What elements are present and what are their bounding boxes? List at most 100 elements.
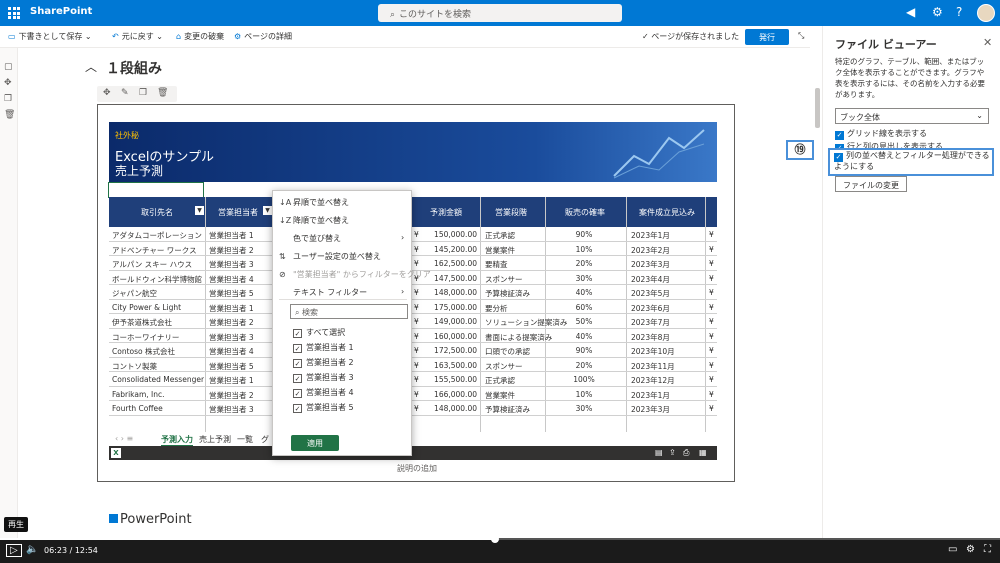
table-cell[interactable]: 30% bbox=[569, 404, 599, 413]
table-cell[interactable]: 営業案件 bbox=[485, 390, 515, 401]
file-icon[interactable]: ▤ bbox=[655, 448, 663, 457]
table-cell[interactable]: 2023年6月 bbox=[631, 303, 670, 314]
menu-sort-color[interactable]: 色で並び替え bbox=[279, 233, 341, 244]
close-icon[interactable]: ✕ bbox=[983, 36, 992, 49]
table-cell[interactable]: 2023年3月 bbox=[631, 259, 670, 270]
table-cell[interactable]: Fourth Coffee bbox=[112, 404, 204, 413]
table-cell[interactable]: ¥ bbox=[709, 390, 714, 399]
table-cell[interactable]: 営業担当者 2 bbox=[209, 245, 273, 256]
table-cell[interactable]: ¥ bbox=[709, 274, 714, 283]
gear-icon[interactable]: ⚙ bbox=[932, 5, 943, 19]
video-progress-bar[interactable] bbox=[0, 535, 1000, 543]
table-cell[interactable]: 営業案件 bbox=[485, 245, 515, 256]
table-cell[interactable]: ¥ bbox=[709, 230, 714, 239]
caption-placeholder[interactable]: 説明の追加 bbox=[397, 463, 437, 474]
selected-cell[interactable] bbox=[108, 182, 204, 198]
checkbox-item[interactable]: ✓ 営業担当者 3 bbox=[293, 372, 354, 383]
delete-icon[interactable]: 🗑 bbox=[4, 110, 15, 120]
search-input[interactable]: ⌕ このサイトを検索 bbox=[378, 4, 622, 22]
table-cell[interactable]: 100% bbox=[569, 375, 599, 384]
table-cell[interactable]: 60% bbox=[569, 303, 599, 312]
scrollbar[interactable] bbox=[815, 88, 820, 128]
table-cell[interactable]: 175,000.00 bbox=[419, 303, 477, 312]
duplicate-icon[interactable]: ❐ bbox=[139, 88, 147, 98]
checkbox-gridlines[interactable]: ✓ グリッド線を表示する bbox=[835, 128, 927, 140]
page-details-button[interactable]: ⚙ ページの詳細 bbox=[234, 31, 292, 42]
table-cell[interactable]: 営業担当者 3 bbox=[209, 332, 273, 343]
table-cell[interactable]: ジャパン航空 bbox=[112, 288, 204, 299]
table-cell[interactable]: 2023年4月 bbox=[631, 274, 670, 285]
table-cell[interactable]: 営業担当者 3 bbox=[209, 404, 273, 415]
checkbox-item[interactable]: ✓ 営業担当者 2 bbox=[293, 357, 354, 368]
table-cell[interactable]: 160,000.00 bbox=[419, 332, 477, 341]
table-cell[interactable]: 営業担当者 5 bbox=[209, 288, 273, 299]
table-cell[interactable]: 20% bbox=[569, 361, 599, 370]
table-cell[interactable]: 150,000.00 bbox=[419, 230, 477, 239]
volume-icon[interactable]: 🔈 bbox=[26, 544, 38, 555]
table-cell[interactable]: 50% bbox=[569, 317, 599, 326]
fullscreen-icon[interactable]: ⛶ bbox=[984, 544, 991, 555]
table-cell[interactable]: 2023年11月 bbox=[631, 361, 675, 372]
table-cell[interactable]: Consolidated Messenger bbox=[112, 375, 204, 384]
table-cell[interactable]: 伊予茶道株式会社 bbox=[112, 317, 204, 328]
comment-icon[interactable]: ▢ bbox=[4, 62, 13, 72]
table-cell[interactable]: 2023年2月 bbox=[631, 245, 670, 256]
table-cell[interactable]: ¥ bbox=[709, 245, 714, 254]
table-cell[interactable]: 営業担当者 4 bbox=[209, 274, 273, 285]
table-cell[interactable]: 2023年3月 bbox=[631, 404, 670, 415]
table-cell[interactable]: 145,200.00 bbox=[419, 245, 477, 254]
table-cell[interactable]: ¥ bbox=[709, 361, 714, 370]
table-cell[interactable]: コントソ製薬 bbox=[112, 361, 204, 372]
table-row[interactable]: 伊予茶道株式会社 営業担当者 2 ¥149,000.00 ソリューション提案済み 50%… bbox=[109, 314, 717, 329]
publish-button[interactable]: 発行 bbox=[745, 29, 789, 45]
duplicate-icon[interactable]: ❐ bbox=[4, 94, 12, 104]
tab-list[interactable]: 一覧 bbox=[237, 434, 253, 445]
brand-label[interactable]: SharePoint bbox=[30, 6, 92, 17]
app-launcher-icon[interactable] bbox=[8, 7, 20, 19]
menu-sort-desc[interactable]: ↓Z 降順で並べ替え bbox=[279, 215, 349, 226]
table-cell[interactable]: 口頭での承認 bbox=[485, 346, 530, 357]
table-cell[interactable]: ¥ bbox=[709, 404, 714, 413]
table-row[interactable]: City Power & Light 営業担当者 1 ¥175,000.00 要分析 6… bbox=[109, 300, 717, 314]
table-cell[interactable]: 90% bbox=[569, 346, 599, 355]
table-cell[interactable]: 営業担当者 1 bbox=[209, 303, 273, 314]
delete-icon[interactable]: 🗑 bbox=[157, 88, 168, 98]
checkbox-select-all[interactable]: ✓ すべて選択 bbox=[293, 327, 345, 338]
table-cell[interactable]: ¥ bbox=[709, 375, 714, 384]
table-cell[interactable]: スポンサー bbox=[485, 274, 523, 285]
table-cell[interactable]: 2023年5月 bbox=[631, 288, 670, 299]
table-row[interactable]: コーホーワイナリー 営業担当者 3 ¥160,000.00 書面による提案済み 40% 2… bbox=[109, 329, 717, 343]
table-cell[interactable]: Contoso 株式会社 bbox=[112, 346, 204, 357]
table-cell[interactable]: コーホーワイナリー bbox=[112, 332, 204, 343]
table-cell[interactable]: 155,500.00 bbox=[419, 375, 477, 384]
table-cell[interactable]: スポンサー bbox=[485, 361, 523, 372]
table-row[interactable]: アダタムコーポレーション 営業担当者 1 ¥150,000.00 正式承認 90% 202… bbox=[109, 227, 717, 242]
table-row[interactable]: コントソ製薬 営業担当者 5 ¥163,500.00 スポンサー 20% 2023年11月… bbox=[109, 358, 717, 372]
table-cell[interactable]: 90% bbox=[569, 230, 599, 239]
megaphone-icon[interactable]: ◀ bbox=[906, 5, 915, 19]
collapse-panel-icon[interactable]: ⤡ bbox=[798, 31, 804, 41]
checkbox-item[interactable]: ✓ 営業担当者 1 bbox=[293, 342, 354, 353]
menu-sort-asc[interactable]: ↓A 昇順で並べ替え bbox=[279, 197, 349, 208]
table-cell[interactable]: 2023年8月 bbox=[631, 332, 670, 343]
table-cell[interactable]: 要精査 bbox=[485, 259, 508, 270]
menu-custom-sort[interactable]: ⇅ ユーザー設定の並べ替え bbox=[279, 251, 381, 262]
table-cell[interactable]: 書面による提案済み bbox=[485, 332, 552, 343]
print-icon[interactable]: ⎙ bbox=[683, 448, 689, 458]
filter-search-input[interactable]: ⌕ 検索 bbox=[290, 304, 408, 319]
table-cell[interactable]: 166,000.00 bbox=[419, 390, 477, 399]
table-row[interactable]: Fabrikam, Inc. 営業担当者 2 ¥166,000.00 営業案件 10% 2… bbox=[109, 387, 717, 401]
table-cell[interactable]: 148,000.00 bbox=[419, 404, 477, 413]
settings-icon[interactable]: ⚙ bbox=[966, 544, 975, 555]
table-cell[interactable]: 営業担当者 5 bbox=[209, 361, 273, 372]
video-progress-knob[interactable] bbox=[491, 535, 499, 543]
sheet-nav-icon[interactable]: ‹ › ≡ bbox=[115, 434, 133, 443]
table-cell[interactable]: 営業担当者 1 bbox=[209, 375, 273, 386]
table-cell[interactable]: アダタムコーポレーション bbox=[112, 230, 204, 241]
avatar[interactable] bbox=[977, 4, 995, 22]
change-file-button[interactable]: ファイルの変更 bbox=[835, 176, 907, 192]
table-cell[interactable]: ¥ bbox=[709, 288, 714, 297]
discard-button[interactable]: ⌂ 変更の破棄 bbox=[176, 31, 224, 42]
tab-graph[interactable]: グ bbox=[261, 434, 269, 445]
checkbox-item[interactable]: ✓ 営業担当者 4 bbox=[293, 387, 354, 398]
